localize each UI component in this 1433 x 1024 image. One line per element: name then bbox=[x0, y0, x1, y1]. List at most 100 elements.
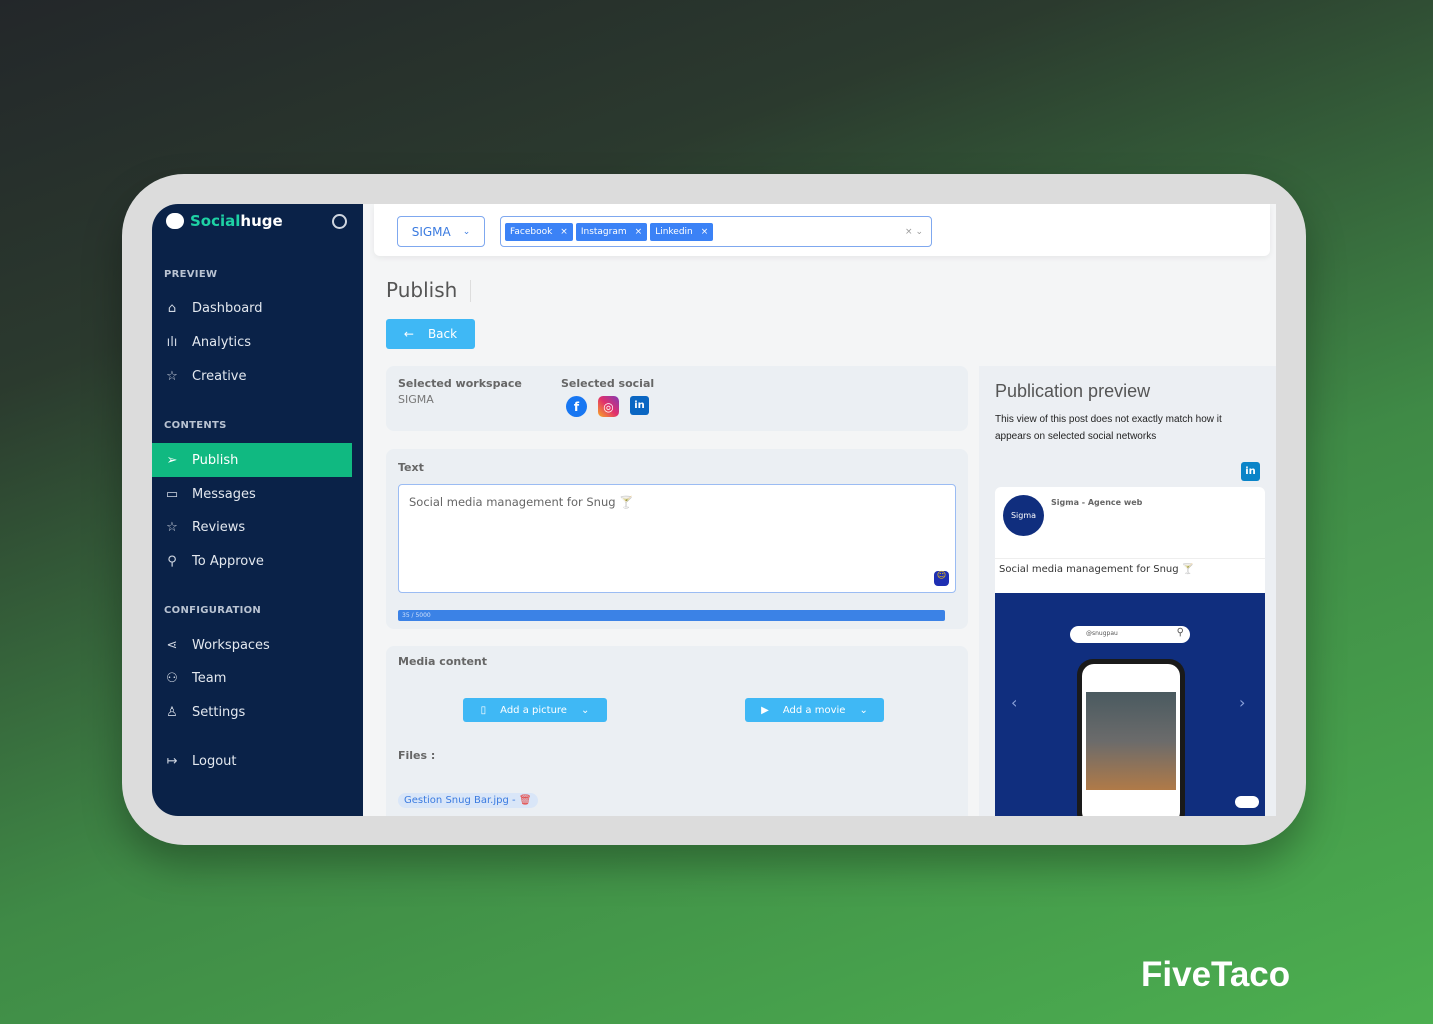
clear-chevron-icon[interactable]: × ⌄ bbox=[905, 227, 923, 237]
avatar-text: Sigma bbox=[1010, 511, 1037, 520]
carousel-prev-icon[interactable]: ‹ bbox=[1011, 693, 1017, 712]
character-counter: 35 / 5000 bbox=[402, 612, 431, 619]
label: Team bbox=[192, 670, 227, 686]
post-text: Social media management for Snug 🍸 bbox=[999, 564, 1195, 575]
tag-instagram: Instagram × bbox=[575, 222, 648, 241]
file-chip[interactable]: Gestion Snug Bar.jpg - 🗑 bbox=[398, 793, 538, 808]
emoji-picker-icon[interactable]: ☺ bbox=[934, 571, 949, 586]
media-card: Media content ▯ Add a picture ⌄ ▶ Add a mov… bbox=[386, 646, 968, 816]
drink-photo bbox=[1086, 692, 1176, 790]
video-icon: ▶ bbox=[761, 704, 769, 716]
post-text-input[interactable]: Social media management for Snug 🍸 ☺ bbox=[398, 484, 956, 593]
star-icon: ☆ bbox=[166, 368, 178, 384]
divider bbox=[995, 558, 1265, 559]
top-bar: SIGMA ⌄ Facebook × Instagram × Linkedin × × … bbox=[374, 204, 1270, 256]
send-icon: ➢ bbox=[166, 452, 178, 468]
file-name: Gestion Snug Bar.jpg - bbox=[404, 795, 516, 806]
search-icon: ⚲ bbox=[167, 553, 177, 569]
home-icon: ⌂ bbox=[167, 300, 177, 316]
users-icon: ⚇ bbox=[166, 670, 178, 686]
chevron-down-icon: ⌄ bbox=[462, 226, 471, 237]
app-screen: Socialhuge PREVIEW ⌂ Dashboard ılı Analyti… bbox=[152, 204, 1276, 816]
trash-icon[interactable]: 🗑 bbox=[519, 795, 532, 806]
preview-title: Publication preview bbox=[995, 381, 1151, 401]
label: Reviews bbox=[192, 519, 246, 535]
divider bbox=[470, 280, 471, 302]
search-bar-image: @snugpau ⚲ bbox=[1070, 626, 1190, 643]
star-icon: ☆ bbox=[166, 519, 178, 535]
instagram-icon: ◎ bbox=[598, 396, 619, 417]
label: Dashboard bbox=[192, 300, 263, 316]
character-counter-bar: 35 / 5000 bbox=[398, 610, 945, 621]
arrow-left-icon: ← bbox=[403, 327, 414, 341]
sidebar-item-creative[interactable]: ☆ Creative bbox=[152, 360, 363, 392]
logo: Socialhuge bbox=[166, 212, 283, 230]
sidebar-item-publish[interactable]: ➢ Publish bbox=[152, 443, 352, 477]
sidebar-item-settings[interactable]: ♙ Settings bbox=[152, 696, 363, 728]
tag-label: Facebook bbox=[510, 226, 553, 237]
sidebar-item-dashboard[interactable]: ⌂ Dashboard bbox=[152, 292, 363, 324]
back-label: Back bbox=[427, 327, 458, 341]
media-label: Media content bbox=[398, 655, 488, 668]
text-label: Text bbox=[398, 461, 424, 474]
sidebar: Socialhuge PREVIEW ⌂ Dashboard ılı Analyti… bbox=[152, 204, 363, 816]
section-configuration: CONFIGURATION bbox=[164, 605, 262, 616]
social-multiselect[interactable]: Facebook × Instagram × Linkedin × × ⌄ bbox=[500, 216, 932, 247]
page-title: Publish bbox=[386, 278, 458, 302]
tag-facebook: Facebook × bbox=[505, 222, 573, 241]
sidebar-item-to-approve[interactable]: ⚲ To Approve bbox=[152, 545, 363, 577]
file-icon: ▯ bbox=[480, 704, 487, 716]
remove-tag-icon[interactable]: × bbox=[635, 227, 643, 237]
remove-tag-icon[interactable]: × bbox=[701, 227, 709, 237]
add-movie-button[interactable]: ▶ Add a movie ⌄ bbox=[745, 698, 884, 722]
sidebar-item-team[interactable]: ⚇ Team bbox=[152, 662, 363, 694]
logo-text-b: huge bbox=[240, 212, 283, 230]
preview-post: Sigma Sigma - Agence web Social media ma… bbox=[995, 487, 1265, 816]
sidebar-item-reviews[interactable]: ☆ Reviews bbox=[152, 511, 363, 543]
workspace-select[interactable]: SIGMA ⌄ bbox=[397, 216, 485, 247]
tag-label: Linkedin bbox=[655, 226, 693, 237]
label: Logout bbox=[192, 753, 237, 769]
label: Messages bbox=[192, 486, 256, 502]
label: Analytics bbox=[192, 334, 252, 350]
linkedin-icon: in bbox=[630, 396, 649, 415]
sidebar-item-logout[interactable]: ↦ Logout bbox=[152, 745, 363, 777]
files-label: Files : bbox=[398, 749, 436, 762]
section-contents: CONTENTS bbox=[164, 420, 227, 431]
settings-toggle-icon[interactable] bbox=[332, 214, 347, 229]
label: Workspaces bbox=[192, 637, 270, 653]
workspace-label: Selected workspace bbox=[398, 377, 522, 390]
logo-text-a: Social bbox=[190, 212, 241, 230]
phone-mockup bbox=[1077, 659, 1185, 816]
label: Settings bbox=[192, 704, 246, 720]
avatar: Sigma bbox=[1003, 495, 1044, 536]
back-button[interactable]: ← Back bbox=[386, 319, 475, 349]
linkedin-icon[interactable]: in bbox=[1241, 462, 1260, 481]
social-label: Selected social bbox=[561, 377, 655, 390]
search-handle: @snugpau bbox=[1086, 630, 1118, 637]
workspace-value: SIGMA bbox=[398, 393, 434, 406]
phone-screen bbox=[1082, 664, 1180, 816]
selection-card: Selected workspace SIGMA Selected social… bbox=[386, 366, 968, 431]
sidebar-item-workspaces[interactable]: ⋖ Workspaces bbox=[152, 629, 363, 661]
sidebar-item-messages[interactable]: ▭ Messages bbox=[152, 478, 363, 510]
facebook-icon: f bbox=[566, 396, 587, 417]
message-icon: ▭ bbox=[165, 486, 179, 502]
sidebar-item-analytics[interactable]: ılı Analytics bbox=[152, 326, 363, 358]
post-text-value: Social media management for Snug 🍸 bbox=[409, 495, 634, 509]
remove-tag-icon[interactable]: × bbox=[560, 227, 568, 237]
logout-icon: ↦ bbox=[166, 753, 178, 769]
carousel-next-icon[interactable]: › bbox=[1239, 693, 1245, 712]
tag-linkedin: Linkedin × bbox=[650, 222, 714, 241]
label: Add a picture bbox=[500, 704, 567, 716]
tag-label: Instagram bbox=[580, 226, 627, 237]
text-card: Text Social media management for Snug 🍸 … bbox=[386, 449, 968, 629]
cloud-icon bbox=[1235, 796, 1259, 808]
label: Publish bbox=[192, 452, 239, 468]
search-icon: ⚲ bbox=[1176, 627, 1184, 638]
share-icon: ⋖ bbox=[166, 637, 178, 653]
bar-chart-icon: ılı bbox=[166, 334, 178, 350]
watermark-logo: FiveTaco bbox=[1141, 955, 1291, 994]
publication-preview: Publication preview This view of this po… bbox=[979, 366, 1276, 816]
add-picture-button[interactable]: ▯ Add a picture ⌄ bbox=[463, 698, 607, 722]
